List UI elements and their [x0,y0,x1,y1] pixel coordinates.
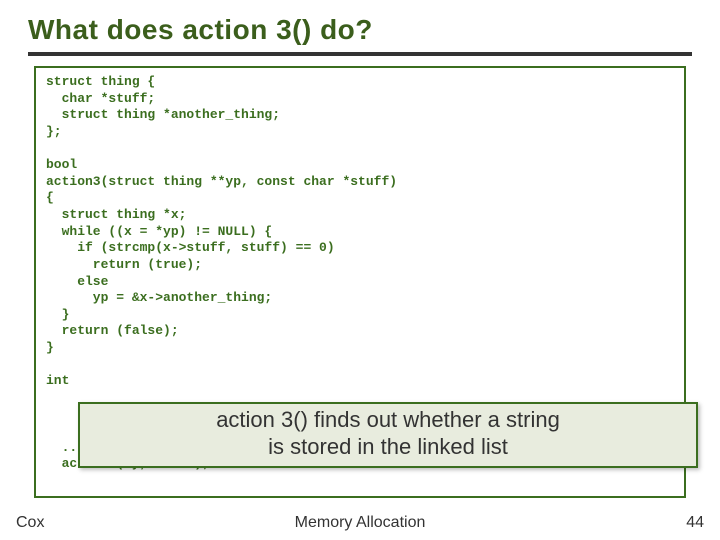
overlay-line-2: is stored in the linked list [88,434,688,461]
title-underline [28,52,692,56]
page-number: 44 [686,514,704,532]
slide-title: What does action 3() do? [28,14,692,46]
slide: What does action 3() do? struct thing { … [0,0,720,540]
answer-overlay: action 3() finds out whether a string is… [78,402,698,468]
overlay-line-1: action 3() finds out whether a string [88,407,688,434]
footer-topic: Memory Allocation [0,514,720,532]
